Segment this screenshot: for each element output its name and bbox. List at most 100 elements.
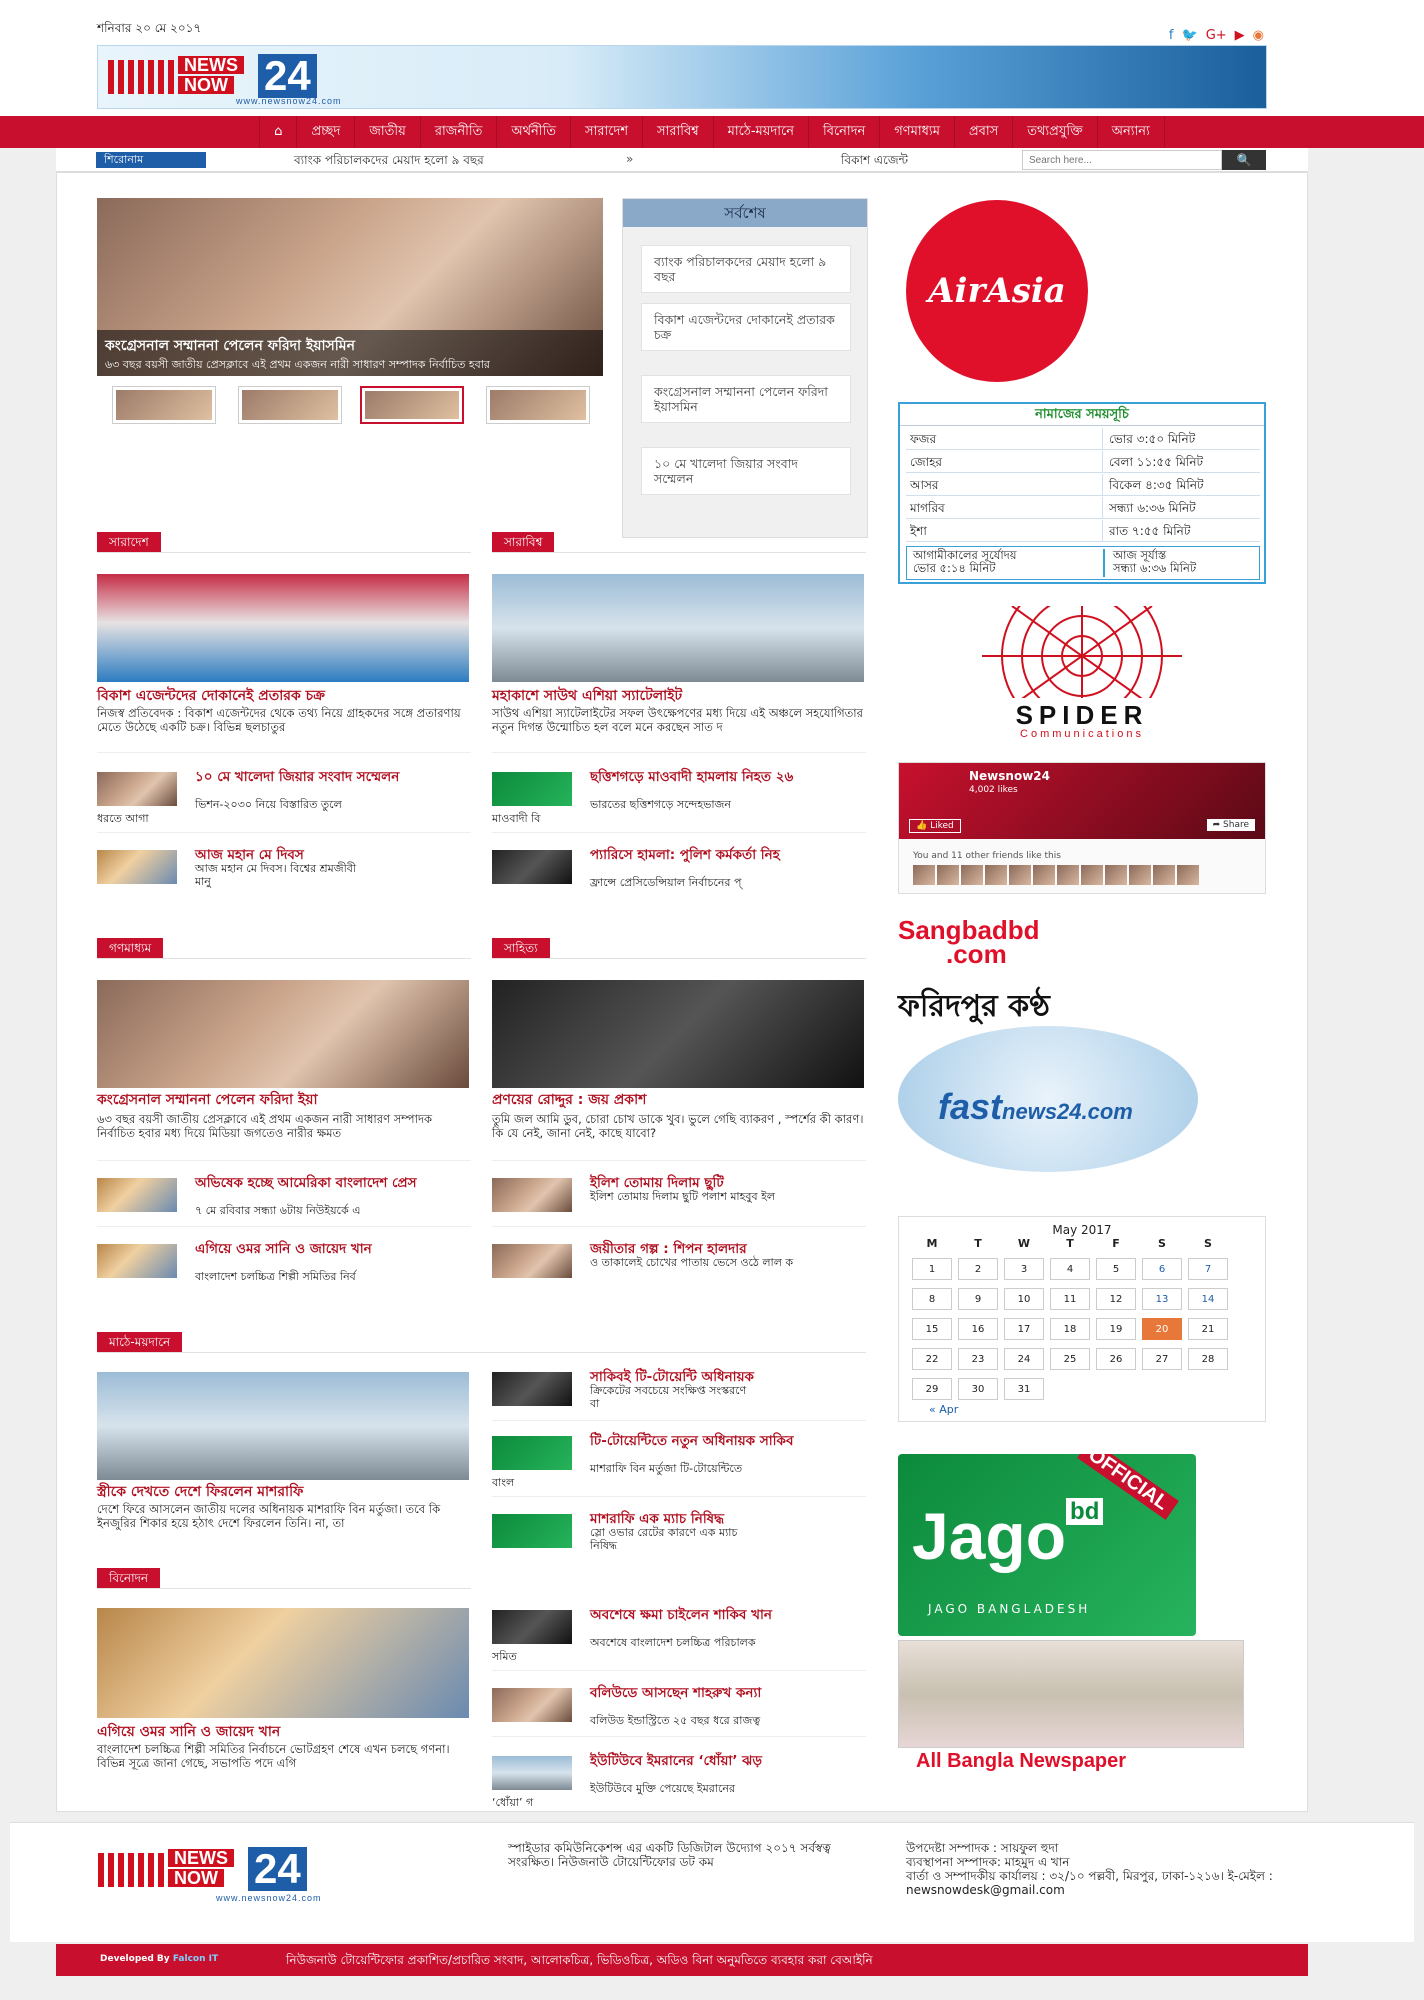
latest-item[interactable]: কংগ্রেসনাল সম্মাননা পেলেন ফরিদা ইয়াসমিন [641, 375, 851, 423]
sahitya-lead-image[interactable] [492, 980, 864, 1088]
mathe-lead-image[interactable] [97, 1372, 469, 1480]
binodon-lead-image[interactable] [97, 1608, 469, 1718]
news-title[interactable]: এগিয়ে ওমর সানি ও জায়েদ খান [195, 1242, 465, 1257]
nav-item[interactable]: মাঠে-ময়দানে [714, 116, 809, 148]
calendar-day[interactable]: 5 [1096, 1258, 1136, 1280]
calendar-day[interactable]: 28 [1188, 1348, 1228, 1370]
latest-item[interactable]: বিকাশ এজেন্টদের দোকানেই প্রতারক চক্র [641, 303, 851, 351]
fb-liked-button[interactable]: 👍 Liked [909, 819, 961, 833]
fastnews24-ad[interactable]: fastnews24.com [898, 1026, 1198, 1172]
calendar-day[interactable]: 29 [912, 1378, 952, 1400]
news-thumb[interactable] [97, 772, 177, 806]
rss-icon[interactable]: ◉ [1253, 28, 1264, 43]
calendar-day[interactable]: 25 [1050, 1348, 1090, 1370]
avatar[interactable] [1009, 865, 1031, 885]
search-input[interactable] [1022, 150, 1222, 170]
calendar-day[interactable]: 9 [958, 1288, 998, 1310]
news-thumb[interactable] [492, 1756, 572, 1790]
avatar[interactable] [961, 865, 983, 885]
news-thumb[interactable] [492, 1610, 572, 1644]
news-title[interactable]: বলিউডে আসছেন শাহরুখ কন্যা [590, 1686, 864, 1701]
youtube-icon[interactable]: ▶ [1235, 28, 1245, 43]
calendar-day[interactable]: 31 [1004, 1378, 1044, 1400]
avatar[interactable] [937, 865, 959, 885]
slider-thumb[interactable] [486, 386, 590, 424]
calendar-day[interactable]: 1 [912, 1258, 952, 1280]
calendar-day[interactable]: 20 [1142, 1318, 1182, 1340]
calendar-day[interactable]: 26 [1096, 1348, 1136, 1370]
sarabishwa-lead-image[interactable] [492, 574, 864, 682]
calendar-day[interactable]: 3 [1004, 1258, 1044, 1280]
calendar-day[interactable]: 15 [912, 1318, 952, 1340]
news-title[interactable]: টি-টোয়েন্টিতে নতুন অধিনায়ক সাকিব [590, 1434, 864, 1449]
avatar[interactable] [1033, 865, 1055, 885]
jagobd-ad[interactable]: OFFICIAL Jago bd JAGO BANGLADESH [898, 1454, 1196, 1636]
calendar-day[interactable]: 8 [912, 1288, 952, 1310]
slider-thumb[interactable] [238, 386, 342, 424]
news-thumb[interactable] [492, 1514, 572, 1548]
section-header-sahitya[interactable]: সাহিত্য [492, 938, 550, 958]
sangbadbd-ad[interactable]: Sangbadbd .com [898, 917, 1040, 967]
calendar-day[interactable]: 12 [1096, 1288, 1136, 1310]
news-thumb[interactable] [492, 850, 572, 884]
developer-name[interactable]: Falcon IT [173, 1954, 218, 1964]
news-title[interactable]: ছত্তিশগড়ে মাওবাদী হামলায় নিহত ২৬ [590, 770, 864, 785]
twitter-icon[interactable]: 🐦 [1182, 28, 1198, 43]
facebook-icon[interactable]: f [1169, 28, 1174, 43]
nav-home-icon[interactable]: ⌂ [259, 116, 298, 148]
nav-item[interactable]: জাতীয় [355, 116, 421, 148]
avatar[interactable] [913, 865, 935, 885]
avatar[interactable] [1129, 865, 1151, 885]
calendar-day[interactable]: 6 [1142, 1258, 1182, 1280]
news-title[interactable]: আজ মহান মে দিবস [195, 848, 465, 863]
section-header-saradesh[interactable]: সারাদেশ [97, 532, 161, 552]
calendar-day[interactable]: 11 [1050, 1288, 1090, 1310]
news-title[interactable]: মাশরাফি এক ম্যাচ নিষিদ্ধ [590, 1512, 864, 1527]
gonomadhyom-lead-title[interactable]: কংগ্রেসনাল সম্মাননা পেলেন ফরিদা ইয়া [97, 1092, 471, 1108]
news-title[interactable]: অবশেষে ক্ষমা চাইলেন শাকিব খান [590, 1608, 864, 1623]
mathe-lead-title[interactable]: স্ত্রীকে দেখতে দেশে ফিরলেন মাশরাফি [97, 1484, 471, 1500]
nav-item[interactable]: তথ্যপ্রযুক্তি [1013, 116, 1098, 148]
avatar[interactable] [1081, 865, 1103, 885]
nav-item[interactable]: গণমাধ্যম [880, 116, 955, 148]
news-title[interactable]: জয়ীতার গল্প : শিপন হালদার [590, 1242, 864, 1257]
nav-item[interactable]: সারাদেশ [571, 116, 644, 148]
calendar-day[interactable]: 22 [912, 1348, 952, 1370]
ticker-headline[interactable]: ব্যাংক পরিচালকদের মেয়াদ হলো ৯ বছর [294, 152, 484, 172]
news-title[interactable]: অভিষেক হচ্ছে আমেরিকা বাংলাদেশ প্রেস [195, 1176, 465, 1191]
faridpur-kontho-ad[interactable]: ফরিদপুর কণ্ঠ [898, 982, 1050, 1033]
nav-item[interactable]: অর্থনীতি [497, 116, 571, 148]
calendar-day[interactable]: 2 [958, 1258, 998, 1280]
search-icon[interactable]: 🔍 [1222, 150, 1266, 170]
avatar[interactable] [985, 865, 1007, 885]
news-thumb[interactable] [97, 1244, 177, 1278]
calendar-day[interactable]: 23 [958, 1348, 998, 1370]
section-header-sarabishwa[interactable]: সারাবিশ্ব [492, 532, 555, 552]
all-bangla-newspaper-title[interactable]: All Bangla Newspaper [916, 1750, 1126, 1773]
sarabishwa-lead-title[interactable]: মহাকাশে সাউথ এশিয়া স্যাটেলাইট [492, 688, 866, 704]
nav-item[interactable]: বিনোদন [809, 116, 881, 148]
avatar[interactable] [1177, 865, 1199, 885]
nav-item[interactable]: সারাবিশ্ব [643, 116, 714, 148]
nav-item[interactable]: রাজনীতি [421, 116, 498, 148]
slider-title[interactable]: কংগ্রেসনাল সম্মাননা পেলেন ফরিদা ইয়াসমিন [105, 334, 595, 358]
airasia-ad[interactable]: AirAsia [898, 200, 1188, 390]
news-thumb[interactable] [97, 1178, 177, 1212]
all-bangla-newspaper-ad[interactable] [898, 1640, 1244, 1748]
calendar-day[interactable]: 16 [958, 1318, 998, 1340]
ticker-headline[interactable]: বিকাশ এজেন্ট [841, 152, 908, 172]
news-thumb[interactable] [492, 1436, 572, 1470]
sahitya-lead-title[interactable]: প্রণয়ের রোদ্দুর : জয় প্রকাশ [492, 1092, 866, 1108]
calendar-day[interactable]: 14 [1188, 1288, 1228, 1310]
section-header-binodon[interactable]: বিনোদন [97, 1568, 161, 1588]
featured-slider[interactable]: কংগ্রেসনাল সম্মাননা পেলেন ফরিদা ইয়াসমিন… [97, 198, 603, 376]
news-thumb[interactable] [492, 772, 572, 806]
gonomadhyom-lead-image[interactable] [97, 980, 469, 1088]
avatar[interactable] [1153, 865, 1175, 885]
calendar-day[interactable]: 30 [958, 1378, 998, 1400]
calendar-day[interactable]: 13 [1142, 1288, 1182, 1310]
calendar-day[interactable]: 7 [1188, 1258, 1228, 1280]
footer-logo[interactable]: NEWS NOW 24 www.newsnow24.com [98, 1847, 358, 1903]
avatar[interactable] [1057, 865, 1079, 885]
calendar-day[interactable]: 18 [1050, 1318, 1090, 1340]
